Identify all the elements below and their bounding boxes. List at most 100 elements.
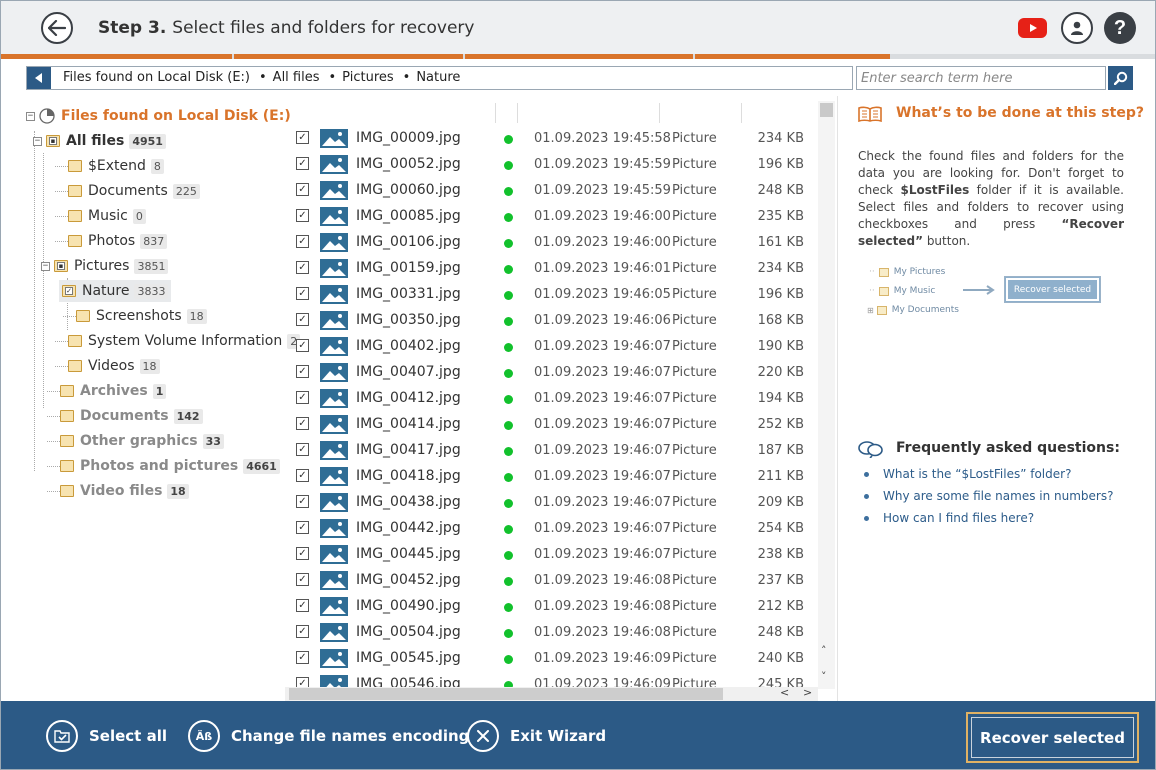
tree-node[interactable]: ✓ Nature 3833 <box>59 280 172 302</box>
path-back-button[interactable] <box>27 67 51 89</box>
folder-icon[interactable] <box>68 235 82 247</box>
tree-node[interactable]: − ▪ All files 4951 <box>33 130 166 152</box>
tree-node[interactable]: Screenshots 18 <box>63 305 207 327</box>
folder-icon[interactable] <box>60 385 74 397</box>
collapse-icon[interactable]: − <box>33 136 42 146</box>
row-checkbox[interactable]: ✓ <box>296 339 309 352</box>
tree-node[interactable]: Other graphics 33 <box>47 430 224 452</box>
tree-node[interactable]: $Extend 8 <box>55 155 164 177</box>
tree-node[interactable]: Documents 225 <box>55 180 200 202</box>
recover-selected-button[interactable]: Recover selected <box>966 712 1139 763</box>
table-row[interactable]: ✓ IMG_00445.jpg 01.09.2023 19:46:07 Picture… <box>285 542 818 568</box>
tree-node[interactable]: Archives 1 <box>47 380 167 402</box>
table-row[interactable]: ✓ IMG_00418.jpg 01.09.2023 19:46:07 Picture… <box>285 464 818 490</box>
search-input[interactable] <box>856 66 1106 90</box>
table-row[interactable]: ✓ IMG_00159.jpg 01.09.2023 19:46:01 Picture… <box>285 256 818 282</box>
folder-icon[interactable] <box>68 360 82 372</box>
breadcrumb-item[interactable]: Nature <box>416 70 460 85</box>
folder-icon[interactable] <box>60 435 74 447</box>
row-checkbox[interactable]: ✓ <box>296 391 309 404</box>
row-checkbox[interactable]: ✓ <box>296 313 309 326</box>
table-row[interactable]: ✓ IMG_00442.jpg 01.09.2023 19:46:07 Picture… <box>285 516 818 542</box>
tree-node[interactable]: Videos 18 <box>55 355 160 377</box>
row-checkbox[interactable]: ✓ <box>296 131 309 144</box>
table-row[interactable]: ✓ IMG_00412.jpg 01.09.2023 19:46:07 Picture… <box>285 386 818 412</box>
row-checkbox[interactable]: ✓ <box>296 599 309 612</box>
table-row[interactable]: ✓ IMG_00402.jpg 01.09.2023 19:46:07 Picture… <box>285 334 818 360</box>
change-encoding-button[interactable]: Äß Change file names encoding <box>188 720 469 752</box>
table-row[interactable]: ✓ IMG_00545.jpg 01.09.2023 19:46:09 Picture… <box>285 646 818 672</box>
breadcrumb-item[interactable]: Files found on Local Disk (E:) <box>63 70 250 85</box>
folder-icon[interactable]: ✓ <box>62 285 76 297</box>
table-row[interactable]: ✓ IMG_00085.jpg 01.09.2023 19:46:00 Picture… <box>285 204 818 230</box>
scroll-left-icon[interactable]: < <box>780 687 789 699</box>
folder-icon[interactable] <box>68 185 82 197</box>
folder-icon[interactable]: ▪ <box>46 135 60 147</box>
folder-icon[interactable] <box>60 460 74 472</box>
table-row[interactable]: ✓ IMG_00350.jpg 01.09.2023 19:46:06 Picture… <box>285 308 818 334</box>
row-checkbox[interactable]: ✓ <box>296 183 309 196</box>
row-checkbox[interactable]: ✓ <box>296 651 309 664</box>
folder-icon[interactable] <box>68 335 82 347</box>
help-button[interactable]: ? <box>1104 12 1136 44</box>
tree-node[interactable]: − ▪ Pictures 3851 <box>41 255 169 277</box>
folder-icon[interactable]: ▪ <box>54 260 68 272</box>
tree-node[interactable]: Photos 837 <box>55 230 168 252</box>
table-row[interactable]: ✓ IMG_00009.jpg 01.09.2023 19:45:58 Picture… <box>285 126 818 152</box>
tree-node[interactable]: Documents 142 <box>47 405 203 427</box>
row-checkbox[interactable]: ✓ <box>296 365 309 378</box>
row-checkbox[interactable]: ✓ <box>296 521 309 534</box>
back-button[interactable] <box>41 12 73 44</box>
column-separator[interactable] <box>495 103 496 123</box>
table-row[interactable]: ✓ IMG_00490.jpg 01.09.2023 19:46:08 Picture… <box>285 594 818 620</box>
column-separator[interactable] <box>741 103 742 123</box>
table-row[interactable]: ✓ IMG_00106.jpg 01.09.2023 19:46:00 Picture… <box>285 230 818 256</box>
table-row[interactable]: ✓ IMG_00504.jpg 01.09.2023 19:46:08 Picture… <box>285 620 818 646</box>
tree-node[interactable]: System Volume Information 2 <box>55 330 301 352</box>
exit-wizard-button[interactable]: Exit Wizard <box>467 720 606 752</box>
row-checkbox[interactable]: ✓ <box>296 209 309 222</box>
tree-node[interactable]: Photos and pictures 4661 <box>47 455 280 477</box>
table-row[interactable]: ✓ IMG_00060.jpg 01.09.2023 19:45:59 Picture… <box>285 178 818 204</box>
vertical-scrollbar[interactable]: ˄ ˅ <box>818 101 835 689</box>
row-checkbox[interactable]: ✓ <box>296 547 309 560</box>
faq-link[interactable]: Why are some file names in numbers? <box>864 489 1113 503</box>
table-row[interactable]: ✓ IMG_00417.jpg 01.09.2023 19:46:07 Picture… <box>285 438 818 464</box>
row-checkbox[interactable]: ✓ <box>296 287 309 300</box>
row-checkbox[interactable]: ✓ <box>296 157 309 170</box>
folder-icon[interactable] <box>60 410 74 422</box>
account-button[interactable] <box>1061 12 1093 44</box>
collapse-icon[interactable]: − <box>41 261 50 271</box>
select-all-button[interactable]: Select all <box>46 720 167 752</box>
table-row[interactable]: ✓ IMG_00414.jpg 01.09.2023 19:46:07 Picture… <box>285 412 818 438</box>
search-button[interactable] <box>1108 66 1133 90</box>
table-row[interactable]: ✓ IMG_00438.jpg 01.09.2023 19:46:07 Picture… <box>285 490 818 516</box>
table-row[interactable]: ✓ IMG_00052.jpg 01.09.2023 19:45:59 Picture… <box>285 152 818 178</box>
scroll-right-icon[interactable]: > <box>803 687 812 699</box>
row-checkbox[interactable]: ✓ <box>296 495 309 508</box>
faq-link[interactable]: How can I find files here? <box>864 511 1034 525</box>
row-checkbox[interactable]: ✓ <box>296 469 309 482</box>
column-separator[interactable] <box>659 103 660 123</box>
scroll-down-icon[interactable]: ˅ <box>821 671 827 683</box>
row-checkbox[interactable]: ✓ <box>296 625 309 638</box>
tree-node[interactable]: Music 0 <box>55 205 146 227</box>
horizontal-scroll-thumb[interactable] <box>289 688 723 700</box>
folder-icon[interactable] <box>68 210 82 222</box>
breadcrumb-item[interactable]: Pictures <box>342 70 393 85</box>
row-checkbox[interactable]: ✓ <box>296 443 309 456</box>
collapse-icon[interactable]: − <box>26 111 35 121</box>
row-checkbox[interactable]: ✓ <box>296 417 309 430</box>
row-checkbox[interactable]: ✓ <box>296 573 309 586</box>
vertical-scroll-thumb[interactable] <box>820 103 833 117</box>
tree-root[interactable]: − Files found on Local Disk (E:) <box>26 105 291 127</box>
row-checkbox[interactable]: ✓ <box>296 235 309 248</box>
folder-icon[interactable] <box>76 310 90 322</box>
column-separator[interactable] <box>517 103 518 123</box>
table-row[interactable]: ✓ IMG_00407.jpg 01.09.2023 19:46:07 Picture… <box>285 360 818 386</box>
breadcrumb-item[interactable]: All files <box>273 70 320 85</box>
row-checkbox[interactable]: ✓ <box>296 261 309 274</box>
faq-link[interactable]: What is the “$LostFiles” folder? <box>864 467 1071 481</box>
horizontal-scrollbar[interactable]: < > <box>285 687 818 701</box>
folder-icon[interactable] <box>60 485 74 497</box>
